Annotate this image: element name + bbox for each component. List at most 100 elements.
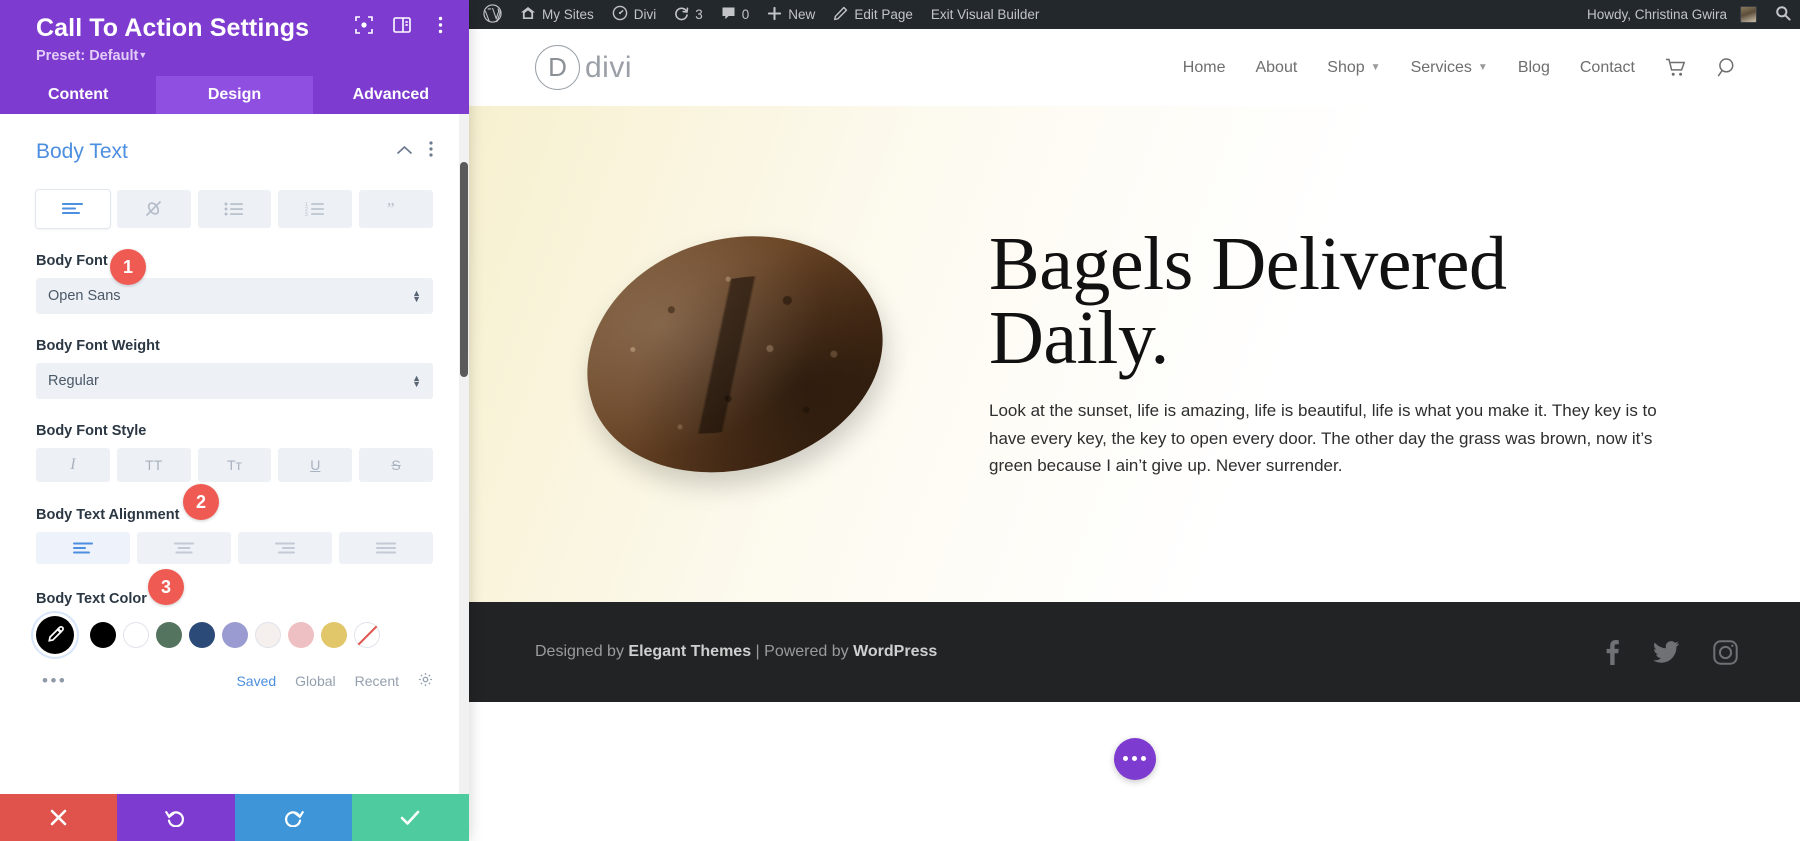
footer-social-links [1604,639,1738,665]
align-left-button[interactable] [36,531,130,564]
cart-icon[interactable] [1665,58,1687,77]
swatch-pink[interactable] [288,621,314,648]
bullet-list-icon-button[interactable] [197,189,272,228]
panel-scrollbar-thumb[interactable] [460,161,468,377]
hero-title[interactable]: Bagels Delivered Daily. [989,226,1669,376]
paragraph-lines-icon-button[interactable] [36,189,110,228]
undo-button[interactable] [117,794,235,841]
swatch-white[interactable] [123,621,149,648]
quote-icon-button[interactable]: ” [359,189,433,228]
chevron-down-icon: ▼ [138,49,148,60]
underline-button[interactable]: U [278,447,353,482]
body-font-weight-label: Body Font Weight [36,337,160,354]
footer-brand-elegant-themes[interactable]: Elegant Themes [628,643,751,660]
color-tab-global[interactable]: Global [295,673,335,689]
chevron-up-icon[interactable] [396,143,413,161]
facebook-icon[interactable] [1604,639,1619,665]
small-caps-button[interactable]: Tᴛ [197,447,272,482]
swatch-black[interactable] [90,621,116,648]
focus-frame-icon[interactable] [353,14,375,36]
ellipsis-icon-dot [1141,756,1146,761]
color-tab-recent[interactable]: Recent [355,673,399,689]
panel-scrollbar-track[interactable] [459,113,469,794]
tab-content[interactable]: Content [0,75,157,114]
panel-preset-selector[interactable]: Preset: Default▼ [36,48,447,64]
kebab-menu-icon[interactable] [429,141,433,162]
body-font-weight-select[interactable]: Regular ▲ ▼ [36,362,433,399]
adminbar-updates-count: 3 [695,7,703,22]
adminbar-my-sites[interactable]: My Sites [511,0,603,29]
bread-loaf-image [558,202,910,506]
site-preview: D divi Home About Shop ▼ Services ▼ Blog… [469,29,1800,841]
divi-gauge-icon [612,5,628,24]
twitter-icon[interactable] [1653,641,1679,663]
color-tab-saved[interactable]: Saved [236,673,276,689]
nav-item-about[interactable]: About [1255,59,1297,77]
body-font-value: Open Sans [48,287,121,304]
color-source-tabs: Saved Global Recent [236,672,433,690]
hero-body-text[interactable]: Look at the sunset, life is amazing, lif… [989,397,1669,480]
nav-item-contact[interactable]: Contact [1580,59,1635,77]
adminbar-new[interactable]: New [758,0,824,29]
body-text-alignment-label: Body Text Alignment [36,506,180,523]
swatch-navy[interactable] [189,621,215,648]
hero-section: Bagels Delivered Daily. Look at the suns… [469,106,1800,602]
body-font-style-options: I TT Tᴛ U S [36,447,433,482]
nav-item-blog[interactable]: Blog [1518,59,1550,77]
adminbar-divi[interactable]: Divi [603,0,666,29]
tab-design[interactable]: Design [156,75,313,114]
swatch-green[interactable] [156,621,182,648]
adminbar-account[interactable]: Howdy, Christina Gwira [1573,0,1766,29]
color-picker-button[interactable] [36,615,74,654]
save-button[interactable] [351,794,469,841]
adminbar-updates[interactable]: 3 [665,0,712,29]
adminbar-comments-count: 0 [741,7,750,22]
adminbar-exit-label: Exit Visual Builder [930,7,1040,22]
swatch-off-white[interactable] [255,621,281,648]
adminbar-exit-visual-builder[interactable]: Exit Visual Builder [922,0,1049,29]
section-title[interactable]: Body Text [36,140,128,164]
update-circle-icon [674,6,689,24]
nav-item-home[interactable]: Home [1183,59,1226,77]
strikethrough-button[interactable]: S [359,447,433,482]
swatch-periwinkle[interactable] [222,621,248,648]
nav-item-shop[interactable]: Shop ▼ [1327,59,1380,77]
uppercase-button[interactable]: TT [116,447,191,482]
body-font-select[interactable]: Open Sans ▲ ▼ [36,277,433,314]
search-icon[interactable] [1717,57,1738,78]
site-bottom-area [469,702,1800,815]
swatch-none[interactable] [354,621,380,648]
cancel-button[interactable] [0,794,118,841]
redo-button[interactable] [234,794,352,841]
align-center-button[interactable] [137,531,231,564]
adminbar-comments[interactable]: 0 [712,0,759,29]
link-slash-icon-button[interactable] [116,189,191,228]
ellipsis-icon-dot [1123,756,1128,761]
tab-advanced[interactable]: Advanced [312,75,469,114]
nav-item-services[interactable]: Services ▼ [1411,59,1488,77]
step-badge-1: 1 [110,249,146,285]
site-logo[interactable]: D divi [535,45,632,90]
body-text-color-label: Body Text Color [36,590,147,607]
divi-menu-fab[interactable] [1113,737,1156,780]
module-settings-panel: Call To Action Settings Preset: Default▼ [0,0,469,841]
chevron-down-icon: ▼ [1370,62,1381,73]
kebab-menu-icon[interactable] [429,14,451,36]
swatch-gold[interactable] [321,621,347,648]
align-right-button[interactable] [238,531,332,564]
footer-brand-wordpress[interactable]: WordPress [853,643,937,660]
layout-panel-icon[interactable] [391,14,413,36]
numbered-list-icon-button[interactable]: 1 2 3 [278,189,353,228]
more-colors-button[interactable]: ••• [42,671,67,691]
hero-copy: Bagels Delivered Daily. Look at the suns… [969,226,1669,480]
align-justify-button[interactable] [339,531,433,564]
sites-house-icon [520,6,536,24]
body-font-label: Body Font [36,252,108,269]
instagram-icon[interactable] [1713,639,1738,665]
body-font-style-label: Body Font Style [36,422,147,439]
adminbar-edit-page[interactable]: Edit Page [824,0,922,29]
italic-button[interactable]: I [36,447,110,482]
adminbar-wordpress-logo[interactable] [469,0,511,29]
gear-icon[interactable] [418,672,433,690]
adminbar-search[interactable] [1766,0,1800,29]
